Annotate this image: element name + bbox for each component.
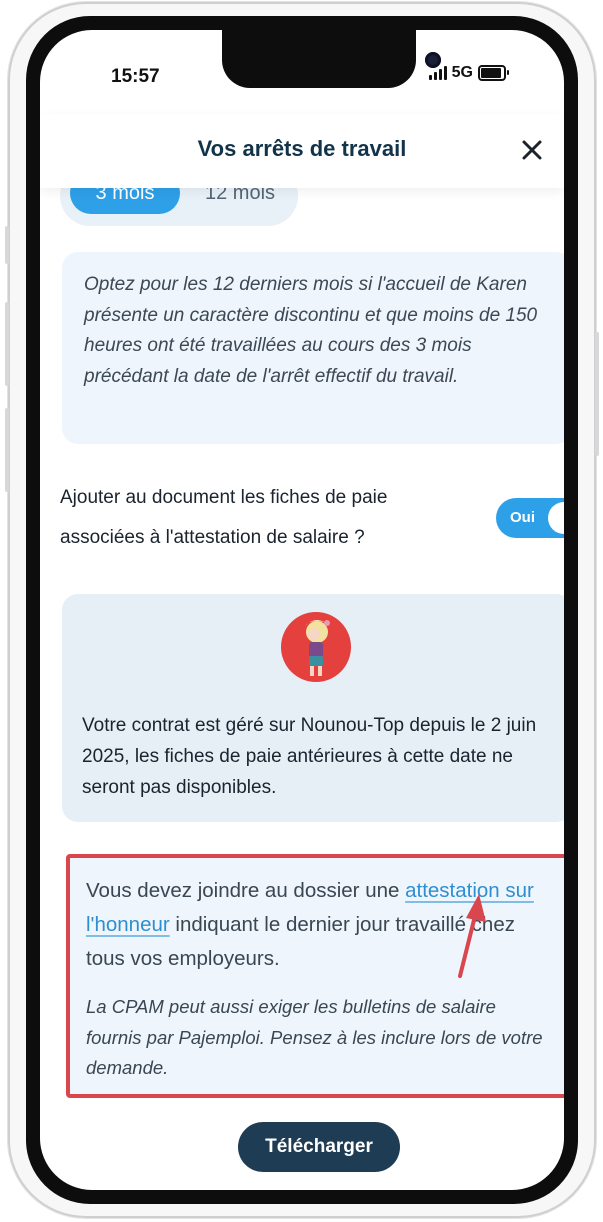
close-icon[interactable] — [520, 138, 544, 162]
volume-down-button — [5, 408, 9, 492]
period-info-text: Optez pour les 12 derniers mois si l'acc… — [84, 274, 538, 387]
contract-notice-text: Votre contrat est géré sur Nounou-Top de… — [82, 715, 537, 798]
toggle-label: Oui — [510, 509, 535, 526]
status-time: 15:57 — [111, 66, 160, 87]
network-type: 5G — [451, 64, 473, 81]
payslip-option-row: Ajouter au document les fiches de paie a… — [60, 478, 564, 558]
contract-notice: Votre contrat est géré sur Nounou-Top de… — [62, 594, 564, 822]
modal-header: Vos arrêts de travail — [40, 114, 564, 188]
toggle-knob — [548, 502, 564, 534]
signal-icon — [428, 66, 447, 80]
payslip-toggle[interactable]: Oui — [496, 498, 564, 538]
mute-switch — [5, 226, 9, 264]
battery-icon — [478, 65, 509, 81]
annotation-arrow-icon — [458, 894, 486, 978]
status-icons: 5G — [428, 64, 509, 82]
download-button[interactable]: Télécharger — [238, 1122, 400, 1172]
cpam-note: La CPAM peut aussi exiger les bulletins … — [86, 996, 543, 1078]
volume-up-button — [5, 302, 9, 386]
page-title: Vos arrêts de travail — [197, 136, 407, 161]
phone-bezel: 15:57 5G Vos arrêts de travail 3 mois 12 — [26, 16, 578, 1204]
notch — [222, 30, 441, 88]
phone-frame: 15:57 5G Vos arrêts de travail 3 mois 12 — [5, 2, 599, 1218]
power-button — [595, 332, 599, 456]
screen: 15:57 5G Vos arrêts de travail 3 mois 12 — [40, 30, 564, 1190]
payslip-option-label: Ajouter au document les fiches de paie a… — [60, 487, 388, 548]
period-info-box: Optez pour les 12 derniers mois si l'acc… — [62, 252, 564, 444]
documents-text-before: Vous devez joindre au dossier une — [86, 879, 406, 902]
assistant-avatar — [281, 612, 351, 682]
